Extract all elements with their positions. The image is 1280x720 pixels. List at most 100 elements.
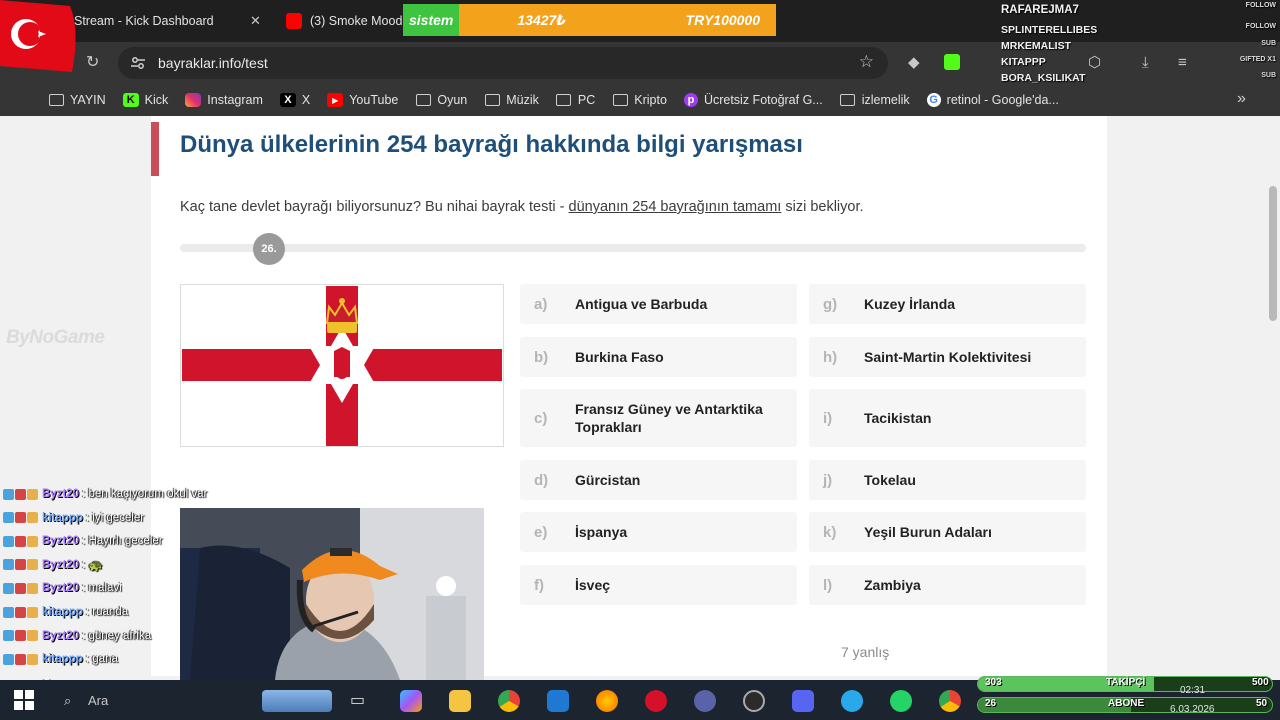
bookmark-instagram[interactable]: Instagram — [185, 93, 263, 107]
firefox-icon[interactable] — [596, 690, 618, 712]
badge-icon — [15, 582, 26, 594]
answer-option[interactable]: h) Saint-Martin Kolektivitesi — [809, 337, 1086, 377]
flag-image — [180, 284, 504, 447]
kick-icon: K — [122, 93, 139, 107]
bookmark-free-photo[interactable]: p Ücretsiz Fotoğraf G... — [683, 93, 823, 107]
chat-username: Byzt20 — [42, 629, 80, 642]
answer-option[interactable]: c) Fransız Güney ve Antarktika Toprakları — [520, 389, 797, 447]
chrome-active-icon[interactable] — [939, 690, 961, 712]
badge-icon — [3, 582, 14, 594]
bookmark-oyun[interactable]: Oyun — [415, 93, 467, 107]
answer-option[interactable]: j) Tokelau — [809, 460, 1086, 500]
search-icon[interactable]: ⌕ — [64, 693, 71, 709]
option-letter: a) — [534, 295, 548, 313]
badge-icon — [3, 606, 14, 618]
start-windows-icon[interactable] — [14, 690, 34, 710]
whatsapp-icon[interactable] — [890, 690, 912, 712]
close-tab-icon[interactable]: ✕ — [250, 13, 261, 29]
northern-ireland-flag-icon — [181, 285, 503, 446]
chat-username: Byzt20 — [42, 535, 80, 548]
chat-badges — [3, 606, 39, 618]
instagram-icon — [185, 93, 202, 107]
copilot-icon[interactable] — [400, 690, 422, 712]
extension-diamond-icon[interactable]: ◆ — [908, 54, 920, 72]
task-view-icon[interactable]: ▭ — [350, 690, 372, 712]
answer-option[interactable]: b) Burkina Faso — [520, 337, 797, 377]
event-name: RAFAREJMA7 — [1001, 4, 1079, 16]
folder-icon — [48, 93, 64, 107]
more-bookmarks-chevron-icon[interactable]: » — [1237, 90, 1246, 108]
chat-message: Byzt20: Hayırlı geceler — [3, 531, 163, 551]
event-tag: FOLLOW — [1245, 2, 1276, 9]
option-label: Antigua ve Barbuda — [575, 296, 708, 312]
chat-message: Byzt20: 🐢 — [3, 555, 103, 575]
bookmark-izlemelik[interactable]: izlemelik — [840, 93, 910, 107]
all-flags-link[interactable]: dünyanın 254 bayrağının tamamı — [569, 199, 782, 215]
chat-username: Byzt20 — [42, 582, 80, 595]
sub-label: ABONE — [1108, 698, 1145, 709]
answer-option[interactable]: l) Zambiya — [809, 565, 1086, 605]
chat-text: 🐢 — [88, 559, 103, 572]
url-text: bayraklar.info/test — [158, 55, 268, 71]
telegram-icon[interactable] — [841, 690, 863, 712]
badge-icon — [15, 535, 26, 547]
outlook-icon[interactable] — [547, 690, 569, 712]
scrollbar-thumb[interactable] — [1269, 186, 1277, 321]
opera-icon[interactable] — [645, 690, 667, 712]
reload-icon[interactable]: ↻ — [86, 54, 99, 72]
chat-username: Byzt20 — [42, 488, 80, 500]
bookmark-label: Oyun — [437, 93, 468, 107]
clock-time[interactable]: 02:31 — [1180, 685, 1205, 696]
file-explorer-icon[interactable] — [449, 690, 471, 712]
follower-label: TAKİPÇİ — [1106, 677, 1146, 688]
site-info-icon[interactable] — [130, 55, 146, 71]
bookmark-label: YouTube — [349, 93, 399, 107]
chat-username: kitappp — [42, 606, 83, 618]
badge-icon — [3, 488, 14, 500]
bookmark-label: PC — [577, 93, 596, 107]
chat-text: gana — [92, 653, 118, 666]
option-label: Zambiya — [864, 577, 921, 593]
bookmark-kripto[interactable]: Kripto — [612, 93, 667, 107]
answer-option[interactable]: e) İspanya — [520, 512, 797, 552]
wrong-count: 7 yanlış — [841, 644, 890, 660]
chat-badges — [3, 559, 39, 571]
bookmark-kick[interactable]: K Kick — [122, 93, 168, 107]
chat-username: Byzt20 — [42, 558, 80, 571]
bookmark-star-icon[interactable]: ☆ — [859, 52, 874, 72]
clock-date[interactable]: 6.03.2026 — [1170, 704, 1215, 715]
chat-text: iyi geceler — [92, 511, 145, 524]
clock-app-icon[interactable] — [743, 690, 765, 712]
quiz-progress-track — [180, 244, 1086, 252]
answer-option[interactable]: d) Gürcistan — [520, 460, 797, 500]
sub-target: 50 — [1256, 698, 1268, 709]
page-scrollbar[interactable] — [1266, 116, 1280, 676]
kick-extension-icon[interactable] — [944, 54, 960, 70]
ship-widget-icon[interactable] — [262, 690, 332, 712]
answer-option[interactable]: a) Antigua ve Barbuda — [520, 284, 797, 324]
discord-icon[interactable] — [792, 690, 814, 712]
bookmark-yayin[interactable]: YAYIN — [48, 93, 106, 107]
bookmark-retinol[interactable]: G retinol - Google'da... — [926, 93, 1059, 107]
intro-text: Kaç tane devlet bayrağı biliyorsunuz? Bu… — [180, 199, 569, 215]
obs-icon[interactable] — [694, 690, 716, 712]
bookmark-muzik[interactable]: Müzik — [484, 93, 539, 107]
tab-smoke-mood[interactable]: (3) Smoke Mood — [282, 6, 412, 36]
follower-target: 500 — [1252, 677, 1269, 688]
badge-icon — [15, 559, 26, 571]
bookmark-label: izlemelik — [861, 93, 910, 107]
answer-option[interactable]: i) Tacikistan — [809, 389, 1086, 447]
answer-option[interactable]: g) Kuzey İrlanda — [809, 284, 1086, 324]
bookmark-pc[interactable]: PC — [556, 93, 595, 107]
taskbar-search-label[interactable]: Ara — [88, 693, 108, 708]
event-tag: SUB — [1261, 72, 1276, 79]
address-bar[interactable]: bayraklar.info/test ☆ — [118, 47, 888, 79]
answer-option[interactable]: f) İsveç — [520, 565, 797, 605]
bookmark-youtube[interactable]: ▶ YouTube — [327, 93, 398, 107]
chrome-icon[interactable] — [498, 690, 520, 712]
bookmark-label: Kripto — [634, 93, 667, 107]
bookmark-x[interactable]: X X — [279, 93, 310, 107]
answer-option[interactable]: k) Yeşil Burun Adaları — [809, 512, 1086, 552]
chat-text: güney afrika — [88, 629, 152, 642]
option-letter: f) — [534, 576, 544, 594]
